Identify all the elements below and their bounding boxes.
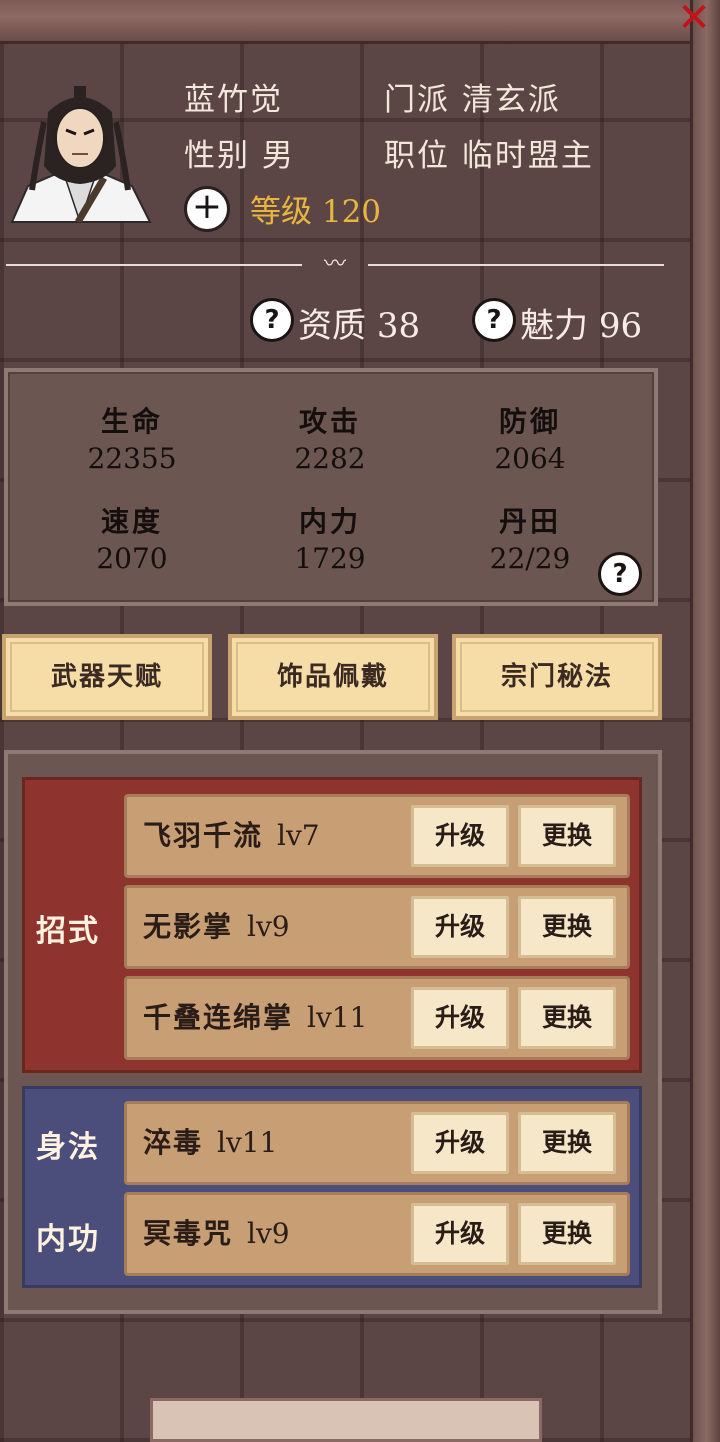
divider-right xyxy=(368,264,664,266)
skill-name: 千叠连绵掌 lv11 xyxy=(143,1001,368,1034)
skill-row: 千叠连绵掌 lv11 升级 更换 xyxy=(124,976,630,1060)
close-icon[interactable]: ✕ xyxy=(668,0,720,40)
skill-level: lv11 xyxy=(307,1001,368,1034)
upgrade-button[interactable]: 升级 xyxy=(411,1203,509,1265)
stat-label: 攻击 xyxy=(298,405,361,438)
skill-level: lv11 xyxy=(217,1126,278,1159)
tab-sect-secret[interactable]: 宗门秘法 xyxy=(452,634,662,720)
stat-label: 速度 xyxy=(100,505,163,538)
aptitude-help-icon[interactable]: ? xyxy=(250,298,294,342)
character-portrait xyxy=(10,86,152,224)
aptitude-label: 资质 xyxy=(298,306,366,346)
gender-value: 男 xyxy=(261,138,295,174)
level-value: 120 xyxy=(321,194,382,230)
replace-button[interactable]: 更换 xyxy=(518,1112,616,1174)
tab-accessory[interactable]: 饰品佩戴 xyxy=(228,634,438,720)
gender-label: 性别 xyxy=(184,138,250,174)
stat-defense: 防御 2064 xyxy=(430,400,630,475)
dantian-help-icon[interactable]: ? xyxy=(598,552,642,596)
top-frame-beam xyxy=(0,0,700,44)
group-label-movement: 身法 xyxy=(36,1130,100,1165)
stat-label: 内力 xyxy=(298,505,361,538)
stat-value: 1729 xyxy=(294,542,366,575)
sect-value: 清玄派 xyxy=(461,82,561,118)
aptitude-info: 资质 38 xyxy=(298,298,420,347)
stat-inner-power: 内力 1729 xyxy=(230,500,430,575)
skill-name: 冥毒咒 lv9 xyxy=(143,1217,290,1250)
skill-name: 飞羽千流 lv7 xyxy=(143,819,320,852)
skill-row: 无影掌 lv9 升级 更换 xyxy=(124,885,630,969)
stat-hp: 生命 22355 xyxy=(32,400,232,475)
stat-value: 2282 xyxy=(294,442,366,475)
charm-value: 96 xyxy=(598,306,643,346)
group-label-moves: 招式 xyxy=(36,914,100,949)
skill-name: 无影掌 lv9 xyxy=(143,910,290,943)
skill-row: 淬毒 lv11 升级 更换 xyxy=(124,1101,630,1185)
upgrade-button[interactable]: 升级 xyxy=(411,987,509,1049)
replace-button[interactable]: 更换 xyxy=(518,1203,616,1265)
tab-weapon-talent[interactable]: 武器天赋 xyxy=(2,634,212,720)
position-info: 职位 临时盟主 xyxy=(384,130,594,175)
skill-name: 淬毒 lv11 xyxy=(143,1126,278,1159)
sect-info: 门派 清玄派 xyxy=(384,74,561,119)
stat-attack: 攻击 2282 xyxy=(230,400,430,475)
replace-button[interactable]: 更换 xyxy=(518,805,616,867)
skill-level: lv7 xyxy=(277,819,320,852)
stat-speed: 速度 2070 xyxy=(32,500,232,575)
gender-info: 性别 男 xyxy=(184,130,295,175)
level-label: 等级 xyxy=(250,194,312,230)
position-label: 职位 xyxy=(384,138,450,174)
stat-label: 丹田 xyxy=(498,505,561,538)
upgrade-button[interactable]: 升级 xyxy=(411,1112,509,1174)
charm-help-icon[interactable]: ? xyxy=(472,298,516,342)
stat-value: 22355 xyxy=(87,442,177,475)
skill-level: lv9 xyxy=(247,1217,290,1250)
aptitude-value: 38 xyxy=(376,306,421,346)
right-frame-pillar xyxy=(690,0,720,1442)
level-info: 等级 120 xyxy=(250,186,381,231)
upgrade-button[interactable]: 升级 xyxy=(411,805,509,867)
skill-row: 冥毒咒 lv9 升级 更换 xyxy=(124,1192,630,1276)
charm-label: 魅力 xyxy=(520,306,588,346)
stat-value: 2070 xyxy=(96,542,168,575)
divider-left xyxy=(6,264,302,266)
stat-label: 防御 xyxy=(498,405,561,438)
skill-row: 飞羽千流 lv7 升级 更换 xyxy=(124,794,630,878)
character-name: 蓝竹觉 xyxy=(184,82,283,118)
sect-label: 门派 xyxy=(384,82,450,118)
replace-button[interactable]: 更换 xyxy=(518,987,616,1049)
skill-level: lv9 xyxy=(247,910,290,943)
bottom-frame-strip xyxy=(150,1398,542,1442)
position-value: 临时盟主 xyxy=(461,138,594,174)
stat-value: 2064 xyxy=(494,442,566,475)
plus-icon[interactable]: + xyxy=(184,186,230,232)
charm-info: 魅力 96 xyxy=(520,298,642,347)
divider-ornament: 〰 xyxy=(323,252,346,277)
upgrade-button[interactable]: 升级 xyxy=(411,896,509,958)
group-label-inner: 内功 xyxy=(36,1222,100,1257)
replace-button[interactable]: 更换 xyxy=(518,896,616,958)
stat-label: 生命 xyxy=(100,405,163,438)
